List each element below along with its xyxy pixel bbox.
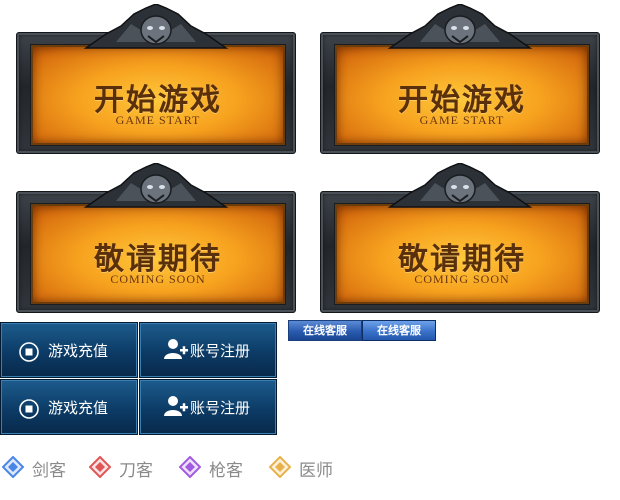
card-subtitle: COMING SOON [414, 272, 510, 286]
class-name: 医师 [299, 461, 333, 481]
card-subtitle: GAME START [419, 113, 505, 127]
recharge-button[interactable]: 游戏充值 [0, 322, 138, 378]
recharge-label: 游戏充值 [48, 342, 109, 360]
orange-panel: 敬请期待 COMING SOON [335, 204, 589, 304]
card-subtitle: GAME START [115, 113, 201, 127]
coming-soon-card[interactable]: 敬请期待 COMING SOON [320, 163, 600, 313]
register-button[interactable]: 账号注册 [139, 322, 277, 378]
demon-crest-icon [83, 4, 229, 49]
recharge-button[interactable]: 游戏充值 [0, 379, 138, 435]
online-service-button[interactable]: 在线客服 [288, 320, 362, 341]
game-start-card[interactable]: 开始游戏 GAME START [320, 4, 600, 154]
add-user-icon [164, 396, 188, 416]
diamond-icon [269, 456, 291, 478]
class-item-spearman[interactable]: 枪客 [179, 455, 259, 481]
demon-crest-icon [83, 163, 229, 208]
orange-panel: 开始游戏 GAME START [31, 45, 285, 145]
online-service-button-hover[interactable]: 在线客服 [362, 320, 436, 341]
game-start-card[interactable]: 开始游戏 GAME START [16, 4, 296, 154]
class-name: 剑客 [32, 461, 66, 481]
register-label: 账号注册 [190, 399, 251, 417]
card-subtitle: COMING SOON [110, 272, 206, 286]
stone-frame: 开始游戏 GAME START [16, 32, 296, 154]
coming-soon-card[interactable]: 敬请期待 COMING SOON [16, 163, 296, 313]
stone-frame: 敬请期待 COMING SOON [320, 191, 600, 313]
orange-panel: 开始游戏 GAME START [335, 45, 589, 145]
class-item-physician[interactable]: 医师 [269, 455, 349, 481]
coin-icon [19, 399, 39, 419]
class-item-swordsman[interactable]: 剑客 [2, 455, 82, 481]
diamond-icon [179, 456, 201, 478]
class-item-blademaster[interactable]: 刀客 [89, 455, 169, 481]
stone-frame: 开始游戏 GAME START [320, 32, 600, 154]
recharge-label: 游戏充值 [48, 399, 109, 417]
add-user-icon [164, 339, 188, 359]
register-button[interactable]: 账号注册 [139, 379, 277, 435]
register-label: 账号注册 [190, 342, 251, 360]
diamond-icon [89, 456, 111, 478]
stone-frame: 敬请期待 COMING SOON [16, 191, 296, 313]
class-name: 枪客 [209, 461, 243, 481]
demon-crest-icon [387, 4, 533, 49]
demon-crest-icon [387, 163, 533, 208]
class-name: 刀客 [119, 461, 153, 481]
coin-icon [19, 342, 39, 362]
orange-panel: 敬请期待 COMING SOON [31, 204, 285, 304]
diamond-icon [2, 456, 24, 478]
